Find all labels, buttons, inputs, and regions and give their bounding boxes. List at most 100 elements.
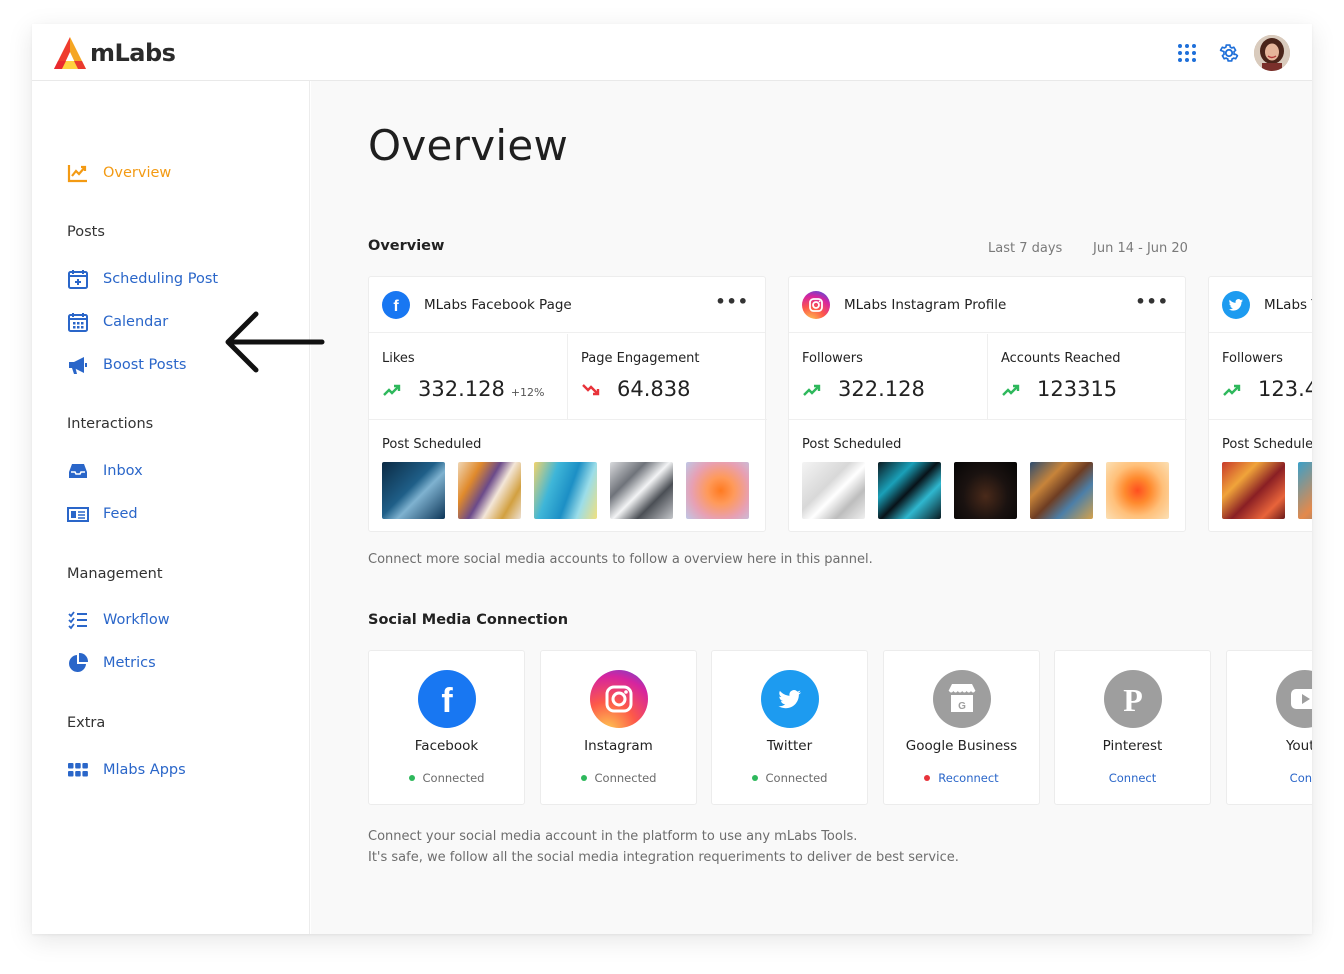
inbox-icon bbox=[67, 460, 89, 482]
metric-label: Page Engagement bbox=[581, 351, 700, 366]
sidebar-item-feed[interactable]: Feed bbox=[67, 502, 138, 526]
chart-line-icon bbox=[67, 162, 89, 184]
connection-google-business[interactable]: G Google Business Reconnect bbox=[883, 650, 1040, 805]
sidebar-item-mlabs-apps[interactable]: Mlabs Apps bbox=[67, 758, 186, 782]
connection-pinterest[interactable]: P Pinterest Connect bbox=[1054, 650, 1211, 805]
pointer-arrow-icon bbox=[225, 311, 325, 373]
metric-accounts-reached: Accounts Reached 123315 bbox=[988, 334, 1187, 420]
connection-facebook[interactable]: f Facebook Connected bbox=[368, 650, 525, 805]
sidebar-item-workflow[interactable]: Workflow bbox=[67, 608, 170, 632]
connection-name: Instagram bbox=[584, 738, 653, 754]
sidebar-item-label: Scheduling Post bbox=[103, 271, 219, 287]
twitter-icon bbox=[761, 670, 819, 728]
connection-status: Connected bbox=[712, 771, 867, 785]
trend-up-icon bbox=[383, 384, 401, 396]
connect-link[interactable]: Conn bbox=[1227, 771, 1312, 785]
svg-text:f: f bbox=[441, 682, 453, 720]
trend-up-icon bbox=[1223, 384, 1241, 396]
post-thumbnail[interactable] bbox=[1222, 462, 1285, 519]
metric-label: Accounts Reached bbox=[1001, 351, 1121, 366]
megaphone-icon bbox=[67, 354, 89, 376]
gear-icon[interactable] bbox=[1218, 42, 1240, 64]
instagram-overview-card: MLabs Instagram Profile ••• Followers 32… bbox=[788, 276, 1187, 532]
connection-name: Pinterest bbox=[1102, 738, 1163, 754]
connection-name: Youtu bbox=[1285, 738, 1312, 754]
date-range[interactable]: Jun 14 - Jun 20 bbox=[1093, 241, 1188, 256]
connection-name: Google Business bbox=[905, 738, 1018, 754]
facebook-icon: f bbox=[418, 670, 476, 728]
post-scheduled-label: Post Scheduled bbox=[382, 437, 482, 452]
mlabs-logo[interactable]: mLabs bbox=[52, 35, 176, 71]
card-title: MLabs T bbox=[1264, 296, 1312, 313]
facebook-overview-card: f MLabs Facebook Page ••• Likes 332.128 +… bbox=[368, 276, 767, 532]
user-avatar[interactable] bbox=[1254, 35, 1290, 71]
sidebar-item-label: Feed bbox=[103, 506, 138, 522]
svg-text:P: P bbox=[1123, 682, 1143, 718]
apps-icon bbox=[67, 759, 89, 781]
sidebar-item-label: Mlabs Apps bbox=[103, 762, 186, 778]
connection-youtube[interactable]: Youtu Conn bbox=[1226, 650, 1312, 805]
trend-up-icon bbox=[1002, 384, 1020, 396]
sidebar-item-calendar[interactable]: Calendar bbox=[67, 310, 168, 334]
post-thumbnail[interactable] bbox=[382, 462, 445, 519]
more-options-icon[interactable]: ••• bbox=[715, 292, 749, 311]
post-thumbnail[interactable] bbox=[1298, 462, 1312, 519]
post-thumbnail[interactable] bbox=[610, 462, 673, 519]
calendar-plus-icon bbox=[67, 268, 89, 290]
footer-note-1: Connect your social media account in the… bbox=[368, 829, 858, 844]
sidebar-item-scheduling-post[interactable]: Scheduling Post bbox=[67, 267, 218, 291]
metric-value: 332.128 +12% bbox=[418, 377, 545, 401]
twitter-overview-card: MLabs T Followers 123.41 Post Schedule bbox=[1208, 276, 1312, 532]
page-title: Overview bbox=[368, 121, 569, 170]
connection-twitter[interactable]: Twitter Connected bbox=[711, 650, 868, 805]
footer-note-2: It's safe, we follow all the social medi… bbox=[368, 850, 959, 865]
range-selector[interactable]: Last 7 days bbox=[988, 241, 1062, 256]
connection-name: Facebook bbox=[414, 738, 479, 754]
google-business-icon: G bbox=[933, 670, 991, 728]
facebook-icon: f bbox=[382, 290, 410, 319]
metric-page-engagement: Page Engagement 64.838 bbox=[568, 334, 767, 420]
main-content: Overview Overview Last 7 days Jun 14 - J… bbox=[311, 81, 1312, 934]
sidebar-item-boost-posts[interactable]: Boost Posts bbox=[67, 353, 186, 377]
reconnect-link[interactable]: Reconnect bbox=[884, 771, 1039, 785]
post-thumbnail[interactable] bbox=[802, 462, 865, 519]
sidebar-item-overview[interactable]: Overview bbox=[67, 161, 171, 185]
social-connection-title: Social Media Connection bbox=[368, 612, 569, 628]
post-thumbnail[interactable] bbox=[686, 462, 749, 519]
sidebar-item-inbox[interactable]: Inbox bbox=[67, 459, 143, 483]
top-bar: mLabs bbox=[32, 24, 1312, 81]
card-title: MLabs Instagram Profile bbox=[844, 296, 1007, 313]
instagram-icon bbox=[802, 290, 830, 319]
post-scheduled-label: Post Scheduled bbox=[802, 437, 902, 452]
pinterest-icon: P bbox=[1104, 670, 1162, 728]
post-thumbnail[interactable] bbox=[1106, 462, 1169, 519]
metric-followers: Followers 123.41 bbox=[1209, 334, 1312, 420]
metric-value: 322.128 bbox=[838, 377, 925, 401]
post-thumbnail[interactable] bbox=[1030, 462, 1093, 519]
section-management: Management bbox=[67, 566, 163, 582]
svg-text:G: G bbox=[958, 701, 966, 712]
mlabs-logo-icon bbox=[54, 37, 86, 69]
trend-down-icon bbox=[582, 384, 600, 396]
trend-up-icon bbox=[803, 384, 821, 396]
connection-status: Connected bbox=[369, 771, 524, 785]
pie-chart-icon bbox=[67, 652, 89, 674]
post-thumbnail[interactable] bbox=[954, 462, 1017, 519]
instagram-icon bbox=[590, 670, 648, 728]
section-extra: Extra bbox=[67, 715, 106, 731]
sidebar-item-label: Metrics bbox=[103, 655, 156, 671]
connect-link[interactable]: Connect bbox=[1055, 771, 1210, 785]
more-options-icon[interactable]: ••• bbox=[1135, 292, 1169, 311]
metric-delta: +12% bbox=[510, 386, 545, 399]
post-thumbnail[interactable] bbox=[458, 462, 521, 519]
post-thumbnail[interactable] bbox=[878, 462, 941, 519]
sidebar-item-metrics[interactable]: Metrics bbox=[67, 651, 156, 675]
post-thumbnail[interactable] bbox=[534, 462, 597, 519]
apps-grid-icon[interactable] bbox=[1176, 42, 1198, 64]
twitter-icon bbox=[1222, 290, 1250, 319]
connection-name: Twitter bbox=[766, 738, 813, 754]
metric-value: 123315 bbox=[1037, 377, 1118, 401]
connection-instagram[interactable]: Instagram Connected bbox=[540, 650, 697, 805]
sidebar-item-label: Boost Posts bbox=[103, 357, 187, 373]
sidebar-item-label: Workflow bbox=[103, 612, 170, 628]
